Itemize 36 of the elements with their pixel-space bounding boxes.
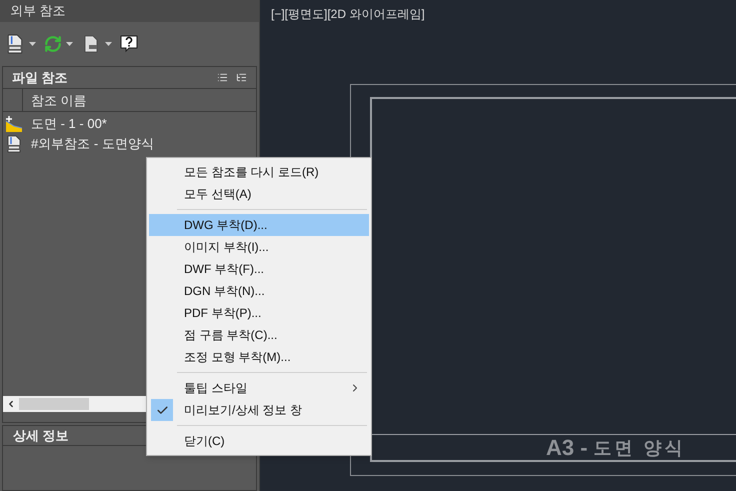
menu-item[interactable]: DWG 부착(D)... (149, 214, 369, 236)
section-title: 파일 참조 (12, 68, 68, 87)
check-icon (156, 404, 168, 416)
viewport-label[interactable]: [−][평면도][2D 와이어프레임] (271, 5, 425, 23)
scrollbar-thumb[interactable] (19, 398, 89, 410)
sheet-size-label: A3 - (546, 436, 588, 460)
dropdown-arrow-icon[interactable] (105, 42, 112, 46)
panel-title: 외부 참조 (10, 2, 66, 20)
menu-item[interactable]: 모든 참조를 다시 로드(R) (149, 161, 369, 183)
menu-item[interactable]: 조정 모형 부착(M)... (149, 346, 369, 368)
menu-item[interactable]: 툴팁 스타일 (149, 377, 369, 399)
refresh-icon (44, 35, 62, 53)
menu-item[interactable]: DGN 부착(N)... (149, 280, 369, 302)
menu-item[interactable]: 미리보기/상세 정보 창 (149, 399, 369, 421)
reference-row[interactable]: 도면 - 1 - 00* (3, 114, 256, 134)
menu-item[interactable]: DWF 부착(F)... (149, 258, 369, 280)
menu-item[interactable]: PDF 부착(P)... (149, 302, 369, 324)
dropdown-arrow-icon[interactable] (66, 42, 73, 46)
toolbar-button[interactable] (5, 34, 25, 54)
list-view-icon[interactable] (217, 72, 228, 83)
dropdown-arrow-icon[interactable] (29, 42, 36, 46)
section-title: 상세 정보 (13, 426, 69, 445)
sheet-title: 도면 양식 (594, 437, 686, 459)
menu-item[interactable]: 이미지 부착(I)... (149, 236, 369, 258)
menu-item[interactable]: 모두 선택(A) (149, 183, 369, 205)
toolbar-button[interactable] (120, 35, 138, 53)
dwg-file-icon (5, 135, 23, 153)
menu-item[interactable]: 닫기(C) (149, 430, 369, 452)
tree-view-icon[interactable] (236, 72, 247, 83)
dwg-file-icon (5, 34, 25, 54)
reference-row[interactable]: #외부참조 - 도면양식 (3, 134, 256, 154)
menu-item[interactable]: 점 구름 부착(C)... (149, 324, 369, 346)
drawing-file-icon (5, 115, 23, 133)
scroll-left-icon[interactable] (6, 399, 16, 409)
column-header[interactable]: 참조 이름 (23, 89, 87, 111)
help-icon (120, 35, 138, 53)
